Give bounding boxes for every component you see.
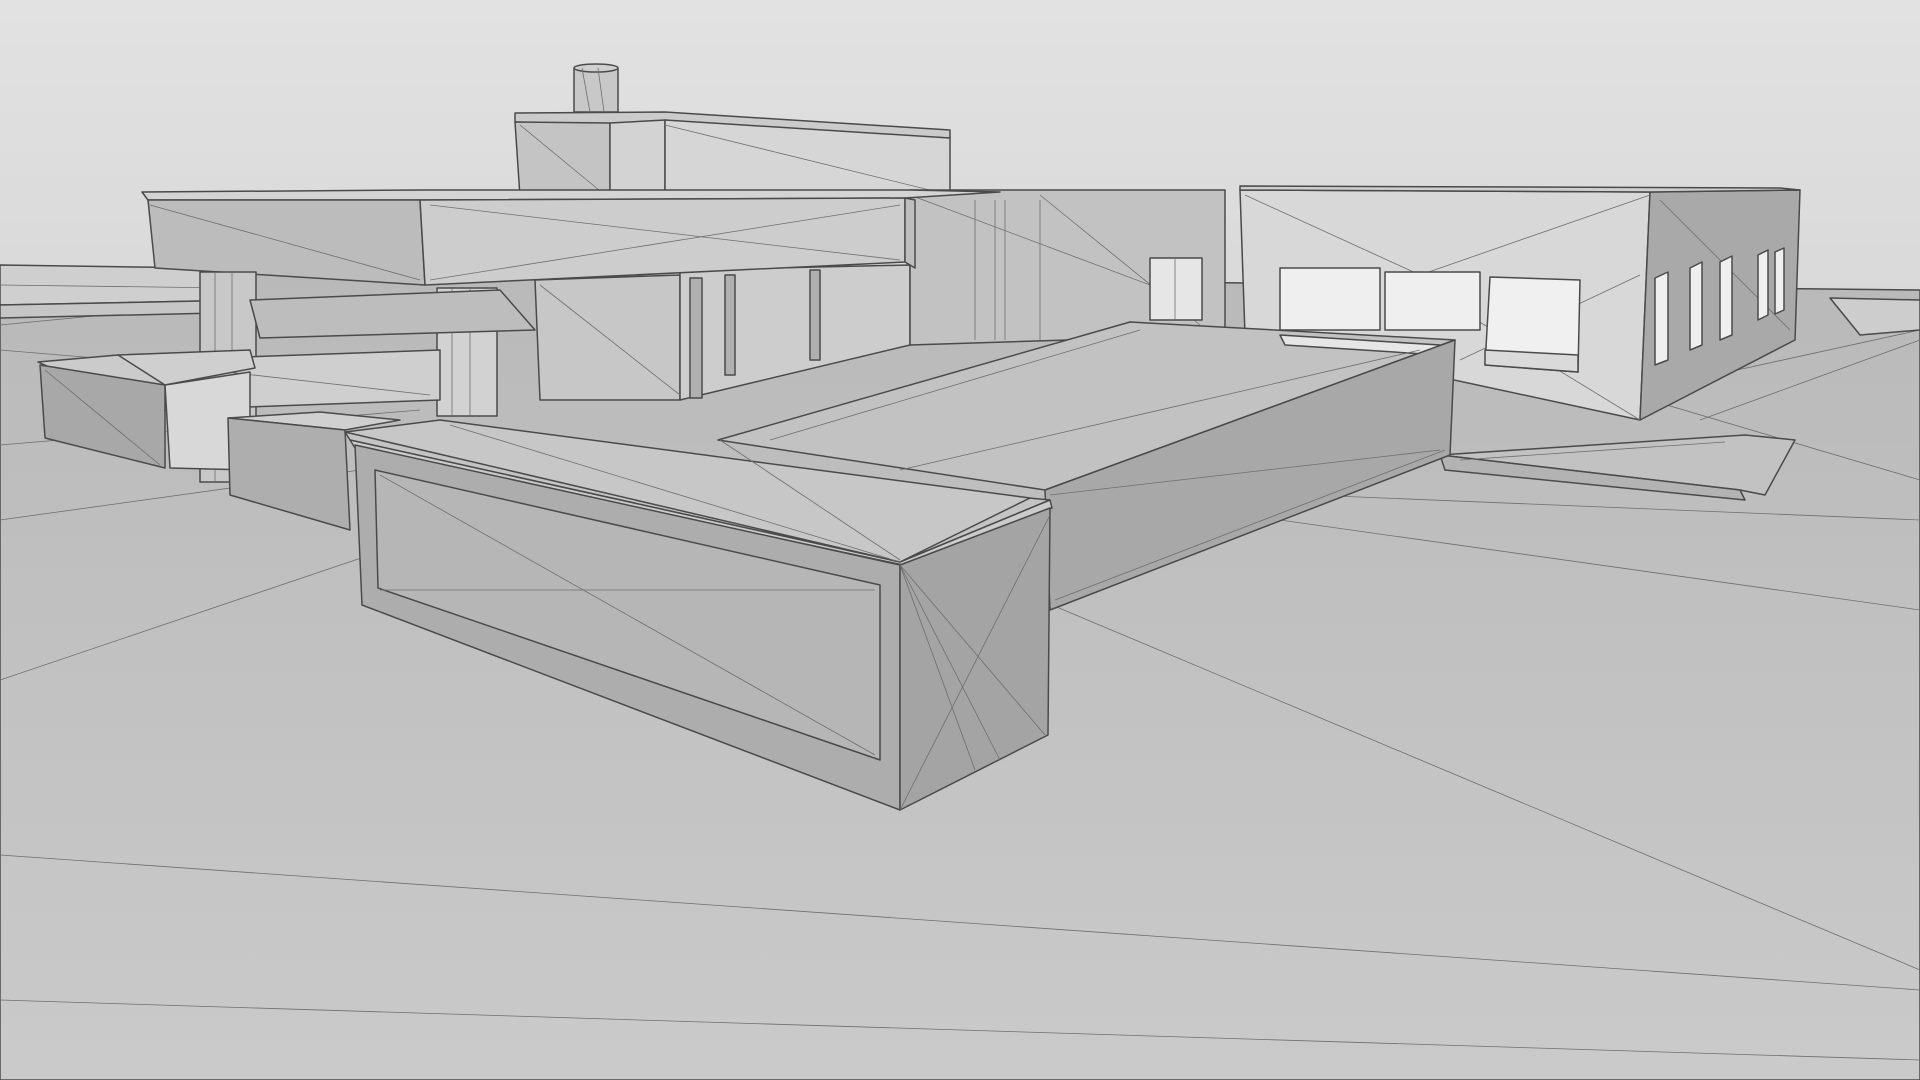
model-render[interactable] [0,0,1920,1080]
3d-viewport[interactable] [0,0,1920,1080]
penthouse-volume [514,111,951,201]
chimney [573,63,619,113]
